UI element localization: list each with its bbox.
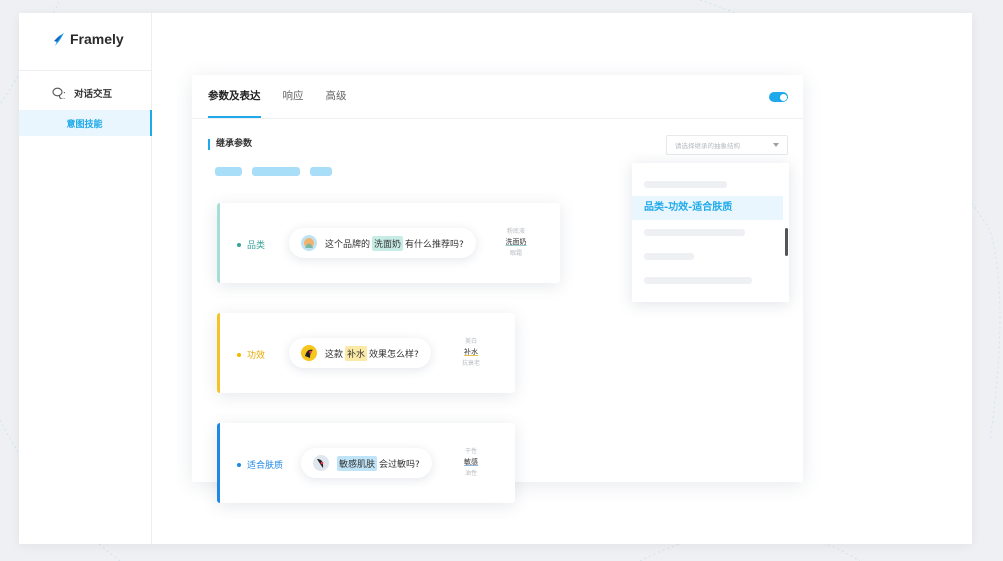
utterance-prefix: 这款: [325, 349, 344, 360]
app-name: Framely: [70, 31, 124, 47]
synonym-item: 粉底液: [506, 228, 525, 235]
example-utterance[interactable]: 敏感肌肤 会过敏吗?: [301, 448, 432, 478]
card-label-text: 适合肤质: [247, 461, 284, 471]
param-card-efficacy: 功效 这款 补水 效果怎么样? 美白 补水 抗衰老: [217, 313, 515, 393]
sidebar-group-dialog[interactable]: 对话交互: [52, 86, 112, 100]
utterance-slot-highlight[interactable]: 补水: [345, 345, 368, 361]
card-label: 适合肤质: [237, 458, 283, 471]
caret-down-icon: [773, 143, 779, 147]
framely-logo-icon: [54, 32, 64, 46]
card-accent-bar: [217, 203, 220, 283]
label-dot: [237, 352, 241, 357]
app-logo[interactable]: Framely: [53, 31, 124, 47]
synonym-item: 美白: [464, 338, 477, 345]
param-tag: [310, 167, 332, 176]
enable-toggle[interactable]: [769, 92, 788, 102]
synonym-item-current: 敏感: [464, 458, 478, 466]
synonym-list: 干性 敏感 油性: [451, 446, 491, 479]
utterance-text: 这款 补水 效果怎么样?: [325, 345, 419, 361]
utterance-slot-highlight[interactable]: 敏感肌肤: [337, 455, 378, 471]
utterance-text: 敏感肌肤 会过敏吗?: [337, 455, 420, 471]
tabs-divider: [192, 118, 803, 119]
example-utterance[interactable]: 这个品牌的 洗面奶 有什么推荐吗?: [289, 228, 476, 258]
section-title: 继承参数: [208, 139, 252, 150]
utterance-suffix: 有什么推荐吗?: [405, 239, 464, 250]
synonym-item-current: 洗面奶: [505, 238, 527, 246]
param-card-skin-type: 适合肤质 敏感肌肤 会过敏吗? 干性 敏感 油性: [217, 423, 515, 503]
sidebar-group-label: 对话交互: [74, 89, 113, 100]
avatar: [301, 235, 317, 251]
dropdown-option-selected[interactable]: 品类-功效-适合肤质: [632, 196, 783, 220]
tab-bar: 参数及表达 响应 高级: [208, 75, 347, 118]
label-dot: [237, 242, 241, 247]
dropdown-option-placeholder[interactable]: [644, 253, 694, 260]
tab-response[interactable]: 响应: [283, 75, 304, 118]
synonym-item-current: 补水: [464, 348, 478, 356]
inherit-structure-select[interactable]: 请选择继承的抽象结构: [666, 135, 788, 155]
card-label-text: 功效: [247, 351, 266, 361]
label-dot: [237, 462, 241, 467]
user-avatar-icon: [304, 238, 314, 248]
synonym-item: 油性: [464, 470, 477, 477]
card-label: 品类: [237, 238, 265, 251]
param-card-category: 品类 这个品牌的 洗面奶 有什么推荐吗? 粉底液 洗面奶 眼霜: [217, 203, 560, 283]
param-tag: [252, 167, 300, 176]
user-avatar-icon: [305, 349, 313, 358]
utterance-text: 这个品牌的 洗面奶 有什么推荐吗?: [325, 235, 464, 251]
synonym-item: 抗衰老: [461, 360, 480, 367]
example-utterance[interactable]: 这款 补水 效果怎么样?: [289, 338, 431, 368]
card-label-text: 品类: [247, 241, 266, 251]
synonym-item: 眼霜: [509, 250, 522, 257]
select-placeholder: 请选择继承的抽象结构: [675, 142, 740, 150]
tab-advanced[interactable]: 高级: [326, 75, 347, 118]
avatar: [301, 345, 317, 361]
sidebar-divider: [19, 70, 152, 71]
user-avatar-icon: [317, 459, 324, 468]
dropdown-option-placeholder[interactable]: [644, 181, 727, 188]
param-tag: [215, 167, 242, 176]
synonym-item: 干性: [464, 448, 477, 455]
avatar: [313, 455, 329, 471]
sidebar-item-intent-skill[interactable]: 意图技能: [19, 110, 152, 136]
dropdown-option-placeholder[interactable]: [644, 277, 752, 284]
dropdown-scrollbar[interactable]: [785, 228, 788, 256]
card-accent-bar: [217, 313, 220, 393]
card-accent-bar: [217, 423, 220, 503]
tab-params[interactable]: 参数及表达: [208, 75, 261, 118]
structure-dropdown: 品类-功效-适合肤质: [632, 163, 789, 302]
utterance-suffix: 效果怎么样?: [369, 349, 419, 360]
utterance-suffix: 会过敏吗?: [379, 459, 420, 470]
utterance-slot-highlight[interactable]: 洗面奶: [372, 235, 404, 251]
dropdown-option-placeholder[interactable]: [644, 229, 745, 236]
sidebar: Framely 对话交互 意图技能: [19, 13, 152, 544]
chat-bubbles-icon: [52, 87, 65, 99]
card-label: 功效: [237, 348, 265, 361]
utterance-prefix: 这个品牌的: [325, 239, 371, 250]
synonym-list: 美白 补水 抗衰老: [451, 336, 491, 369]
sidebar-item-label: 意图技能: [66, 119, 103, 130]
synonym-list: 粉底液 洗面奶 眼霜: [496, 226, 536, 259]
